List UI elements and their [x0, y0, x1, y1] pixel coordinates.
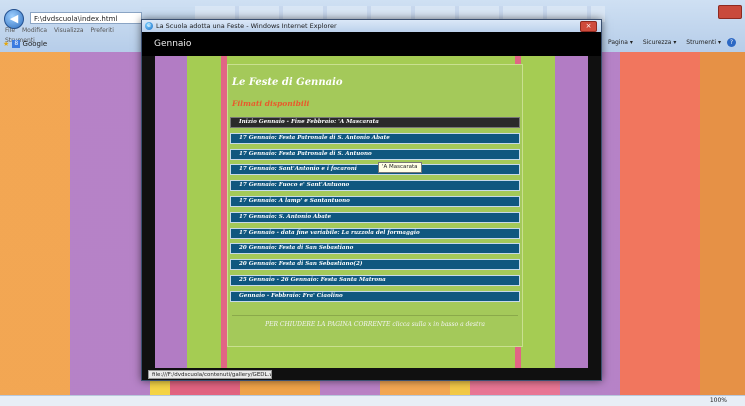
film-item[interactable]: Gennaio - Febbraio: Fra' Ciaolino — [230, 290, 520, 302]
cmd-sicurezza[interactable]: Sicurezza ▾ — [639, 39, 677, 46]
ie-logo-icon: e — [145, 22, 153, 30]
menu-item-file[interactable]: File — [5, 27, 15, 34]
menu-item-visualizza[interactable]: Visualizza — [54, 27, 84, 34]
menu-item-preferiti[interactable]: Preferiti — [90, 27, 114, 34]
panel-title: Le Feste di Gennaio — [232, 77, 343, 88]
popup-titlebar[interactable]: e La Scuola adotta una Feste - Windows I… — [142, 20, 601, 32]
film-item[interactable]: 17 Gennaio: S. Antonio Abate — [230, 211, 520, 223]
popup-title: La Scuola adotta una Feste - Windows Int… — [156, 22, 337, 30]
status-bar: 100% — [0, 395, 745, 406]
help-icon[interactable]: ? — [726, 38, 736, 47]
divider — [232, 315, 518, 316]
address-bar[interactable]: F:\dvdscuola\index.html — [30, 12, 142, 24]
film-item[interactable]: 25 Gennaio - 26 Gennaio: Festa Santa Mat… — [230, 274, 520, 286]
film-item[interactable]: 17 Gennaio: A lamp' e Santantuono — [230, 195, 520, 207]
popup-window: e La Scuola adotta una Feste - Windows I… — [141, 19, 602, 381]
favorites-bar: ★ 8 Google — [0, 38, 150, 50]
film-item[interactable]: 17 Gennaio: Sant'Antonio e i focaroni — [230, 164, 520, 176]
close-instructions: PER CHIUDERE LA PAGINA CORRENTE clicca s… — [265, 321, 485, 328]
close-icon[interactable]: × — [580, 21, 597, 32]
panel-subtitle: Filmati disponibili — [232, 99, 310, 108]
menu-item-modifica[interactable]: Modifica — [22, 27, 47, 34]
favorites-item-google[interactable]: Google — [23, 40, 48, 48]
popup-status-url: file:///F:/dvdscuola/contenuti/gallery/G… — [148, 370, 272, 379]
popup-content: Le Feste di Gennaio Filmati disponibili … — [155, 56, 588, 368]
google-icon: 8 — [12, 40, 21, 48]
film-item[interactable]: 17 Gennaio: Fuoco e' Sant'Antuono — [230, 180, 520, 192]
feste-panel: Le Feste di Gennaio Filmati disponibili … — [227, 64, 523, 347]
tooltip: 'A Mascarata — [378, 162, 422, 173]
film-item[interactable]: 17 Gennaio: Festa Patronale di S. Antoni… — [230, 132, 520, 144]
menu-bar: File Modifica Visualizza Preferiti Strum… — [0, 26, 150, 44]
film-item[interactable]: 20 Gennaio: Festa di San Sebastiano — [230, 243, 520, 255]
film-item[interactable]: Inizio Gennaio - Fine Febbraio: 'A Masca… — [230, 117, 520, 128]
cmd-strumenti-label: Strumenti — [686, 39, 717, 46]
close-icon[interactable] — [718, 5, 742, 19]
popup-header: Gennaio — [142, 32, 601, 56]
cmd-strumenti[interactable]: Strumenti ▾ — [682, 39, 721, 46]
page-title: Gennaio — [154, 39, 192, 49]
favorites-star-icon[interactable]: ★ — [3, 40, 9, 48]
command-bar: Pagina ▾ Sicurezza ▾ Strumenti ▾ ? — [600, 37, 745, 49]
film-item[interactable]: 20 Gennaio: Festa di San Sebastiano(2) — [230, 259, 520, 271]
cmd-pagina[interactable]: Pagina ▾ — [604, 39, 633, 46]
film-list: Inizio Gennaio - Fine Febbraio: 'A Masca… — [230, 117, 520, 307]
film-item[interactable]: 17 Gennaio - data fine variabile: La ruz… — [230, 227, 520, 239]
cmd-pagina-label: Pagina — [608, 39, 628, 46]
film-item[interactable]: 17 Gennaio: Festa Patronale di S. Antuon… — [230, 148, 520, 160]
cmd-sicurezza-label: Sicurezza — [642, 39, 672, 46]
